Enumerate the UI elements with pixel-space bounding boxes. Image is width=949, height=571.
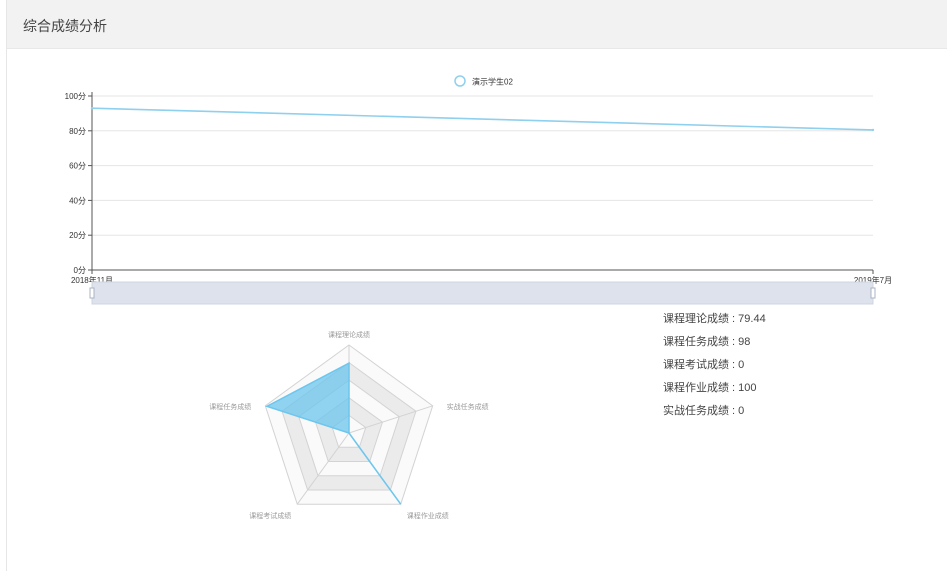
score-value: 79.44 [738, 313, 766, 325]
score-separator: : [729, 313, 739, 325]
score-item: 实战任务成绩 : 0 [663, 402, 766, 425]
slider-handle-right [870, 287, 876, 299]
y-tick-label: 40分 [69, 196, 86, 205]
y-tick-label: 100分 [65, 92, 86, 101]
score-summary-list: 课程理论成绩 : 79.44 课程任务成绩 : 98 课程考试成绩 : 0 课程… [663, 310, 766, 425]
score-separator: : [729, 405, 739, 417]
radar-indicator-label: 课程考试成绩 [249, 511, 291, 520]
score-item: 课程作业成绩 : 100 [663, 379, 766, 402]
score-value: 100 [738, 382, 757, 394]
score-label: 课程作业成绩 [663, 382, 729, 394]
y-tick-label: 60分 [69, 162, 86, 171]
score-value: 0 [738, 405, 745, 417]
score-item: 课程理论成绩 : 79.44 [663, 310, 766, 333]
y-tick-label: 0分 [74, 266, 86, 275]
slider-handle-left [89, 287, 95, 299]
score-item: 课程任务成绩 : 98 [663, 333, 766, 356]
radar-indicator-label: 课程任务成绩 [209, 402, 251, 411]
score-item: 课程考试成绩 : 0 [663, 356, 766, 379]
score-label: 课程理论成绩 [663, 313, 729, 325]
score-label: 课程任务成绩 [663, 336, 729, 348]
score-label: 课程考试成绩 [663, 359, 729, 371]
y-tick-label: 20分 [69, 231, 86, 240]
score-separator: : [729, 382, 739, 394]
radar-indicator-label: 课程作业成绩 [407, 511, 449, 520]
data-zoom-slider [91, 281, 874, 305]
y-tick-label: 80分 [69, 127, 86, 136]
radar-indicator-label: 课程理论成绩 [328, 330, 370, 339]
series-point [90, 106, 94, 110]
score-value: 98 [738, 336, 751, 348]
charts-canvas: 演示学生020分20分40分60分80分100分2018年11月 2019年7月课… [65, 75, 892, 520]
score-label: 实战任务成绩 [663, 405, 729, 417]
score-value: 0 [738, 359, 745, 371]
radar-indicator-label: 实战任务成绩 [447, 402, 489, 411]
legend-marker-icon [454, 75, 466, 87]
series-line [91, 107, 874, 131]
series-point [871, 128, 875, 132]
score-separator: : [729, 336, 739, 348]
score-separator: : [729, 359, 739, 371]
legend-label: 演示学生02 [472, 77, 513, 87]
